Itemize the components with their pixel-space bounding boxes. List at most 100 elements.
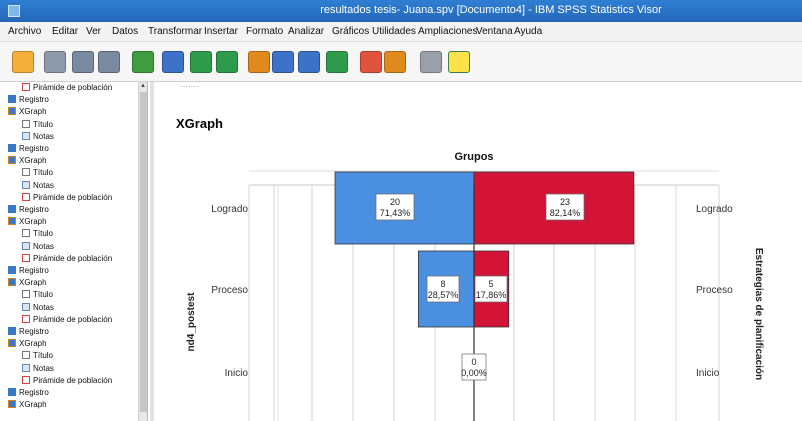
scroll-up-icon[interactable]: ▲ [140, 83, 146, 89]
outline-item-label: Notas [33, 180, 54, 190]
outline-scrollbar[interactable]: ▲ [138, 82, 147, 421]
notes-icon [22, 241, 30, 250]
outline-item[interactable]: Título [22, 290, 53, 300]
goto-case-icon[interactable] [248, 51, 270, 73]
outline-item[interactable]: Registro [8, 388, 49, 398]
outline-item[interactable]: Título [22, 351, 53, 361]
outline-item-label: Registro [19, 266, 49, 275]
redo-icon[interactable] [216, 51, 238, 73]
data-label-count: 5 [488, 279, 493, 289]
menu-ver[interactable]: Ver [86, 26, 101, 37]
menu-analizar[interactable]: Analizar [288, 26, 324, 37]
toolbar [0, 42, 802, 82]
xgraph-icon [8, 107, 16, 116]
log-icon [8, 327, 16, 335]
outline-item-label: XGraph [19, 217, 47, 227]
outline-item[interactable]: Notas [22, 302, 54, 313]
outline-item[interactable]: Pirámide de población [22, 314, 113, 325]
outline-item[interactable]: Título [22, 168, 53, 178]
outline-item-label: Pirámide de población [33, 314, 113, 324]
outline-item[interactable]: Registro [8, 144, 49, 154]
hide-icon[interactable] [420, 51, 442, 73]
category-label-left: Inicio [225, 368, 249, 379]
outline-item[interactable]: Notas [22, 131, 54, 142]
menu-editar[interactable]: Editar [52, 26, 78, 37]
log-icon [8, 205, 16, 213]
outline-item-label: Registro [19, 205, 49, 214]
outline-item[interactable]: XGraph [8, 339, 47, 349]
data-label-percent: 28,57% [428, 290, 459, 300]
menu-transformar[interactable]: Transformar [148, 26, 202, 37]
menu-archivo[interactable]: Archivo [8, 26, 41, 37]
output-content-pane[interactable]: ······· XGraph GruposGrupo controlgrupo … [154, 82, 802, 421]
scrollbar-thumb[interactable] [140, 92, 147, 412]
export-icon[interactable] [132, 51, 154, 73]
open-icon[interactable] [12, 51, 34, 73]
outline-item[interactable]: Registro [8, 327, 49, 337]
designate-window-icon[interactable] [360, 51, 382, 73]
pyramid-icon [22, 253, 30, 262]
outline-item[interactable]: XGraph [8, 217, 47, 227]
variables-icon[interactable] [298, 51, 320, 73]
outline-item[interactable]: XGraph [8, 278, 47, 288]
menu-formato[interactable]: Formato [246, 26, 283, 37]
outline-item-label: Registro [19, 327, 49, 336]
menu-ampliaciones[interactable]: Ampliaciones [418, 26, 477, 37]
menu-ventana[interactable]: Ventana [476, 26, 513, 37]
outline-item[interactable]: Pirámide de población [22, 83, 112, 93]
outline-item[interactable]: XGraph [8, 107, 47, 117]
print-preview-icon[interactable] [98, 51, 120, 73]
outline-item[interactable]: Notas [22, 180, 54, 191]
outline-item[interactable]: Pirámide de población [22, 192, 112, 203]
title-icon [22, 351, 30, 360]
outline-item[interactable]: Notas [22, 363, 54, 374]
outline-item[interactable]: Notas [22, 241, 54, 252]
window-title: resultados tesis- Juana.spv [Documento4]… [320, 4, 662, 16]
menu-ayuda[interactable]: Ayuda [514, 26, 542, 37]
log-icon [8, 266, 16, 274]
outline-item-label: Notas [33, 363, 54, 373]
outline-item[interactable]: Título [22, 229, 53, 239]
log-icon [8, 95, 16, 104]
outline-item-label: XGraph [19, 156, 47, 166]
show-icon[interactable] [448, 51, 470, 73]
outline-item-label: Registro [19, 388, 49, 397]
data-label-count: 20 [390, 197, 400, 207]
category-label-right: Inicio [696, 368, 720, 379]
y-axis-label: nd4_postest [186, 292, 197, 352]
outline-item[interactable]: XGraph [8, 156, 47, 166]
print-icon[interactable] [72, 51, 94, 73]
data-label-percent: 71,43% [380, 208, 411, 218]
insert-output-icon[interactable] [326, 51, 348, 73]
title-bar: resultados tesis- Juana.spv [Documento4]… [0, 0, 802, 22]
select-last-output-icon[interactable] [384, 51, 406, 73]
outline-item-label: Pirámide de población [33, 83, 113, 92]
output-outline-pane[interactable]: Pirámide de población Registro XGraph Títul… [0, 82, 148, 421]
outline-item-label: Registro [19, 144, 49, 153]
menu-gráficos[interactable]: Gráficos [332, 26, 369, 37]
title-icon [22, 290, 30, 299]
outline-item-label: Título [33, 168, 54, 178]
xgraph-icon [8, 156, 16, 165]
outline-item[interactable]: Registro [8, 205, 49, 215]
pyramid-icon [22, 83, 30, 91]
menu-insertar[interactable]: Insertar [204, 26, 238, 37]
outline-item[interactable]: Pirámide de población [22, 375, 112, 386]
outline-item[interactable]: Título [22, 119, 53, 130]
data-label-count: 23 [560, 197, 570, 207]
outline-item-label: XGraph [19, 107, 47, 117]
outline-item[interactable]: XGraph [8, 400, 47, 410]
undo-icon[interactable] [190, 51, 212, 73]
log-icon [8, 388, 16, 396]
outline-item[interactable]: Registro [8, 95, 49, 105]
goto-variable-icon[interactable] [272, 51, 294, 73]
outline-item-label: Notas [33, 241, 54, 251]
category-label-left: Logrado [211, 204, 248, 215]
goto-data-icon[interactable] [162, 51, 184, 73]
save-icon[interactable] [44, 51, 66, 73]
outline-item[interactable]: Registro [8, 266, 49, 276]
menu-datos[interactable]: Datos [112, 26, 138, 37]
outline-item[interactable]: Pirámide de población [22, 253, 112, 264]
notes-icon [22, 180, 30, 189]
menu-utilidades[interactable]: Utilidades [372, 26, 416, 37]
